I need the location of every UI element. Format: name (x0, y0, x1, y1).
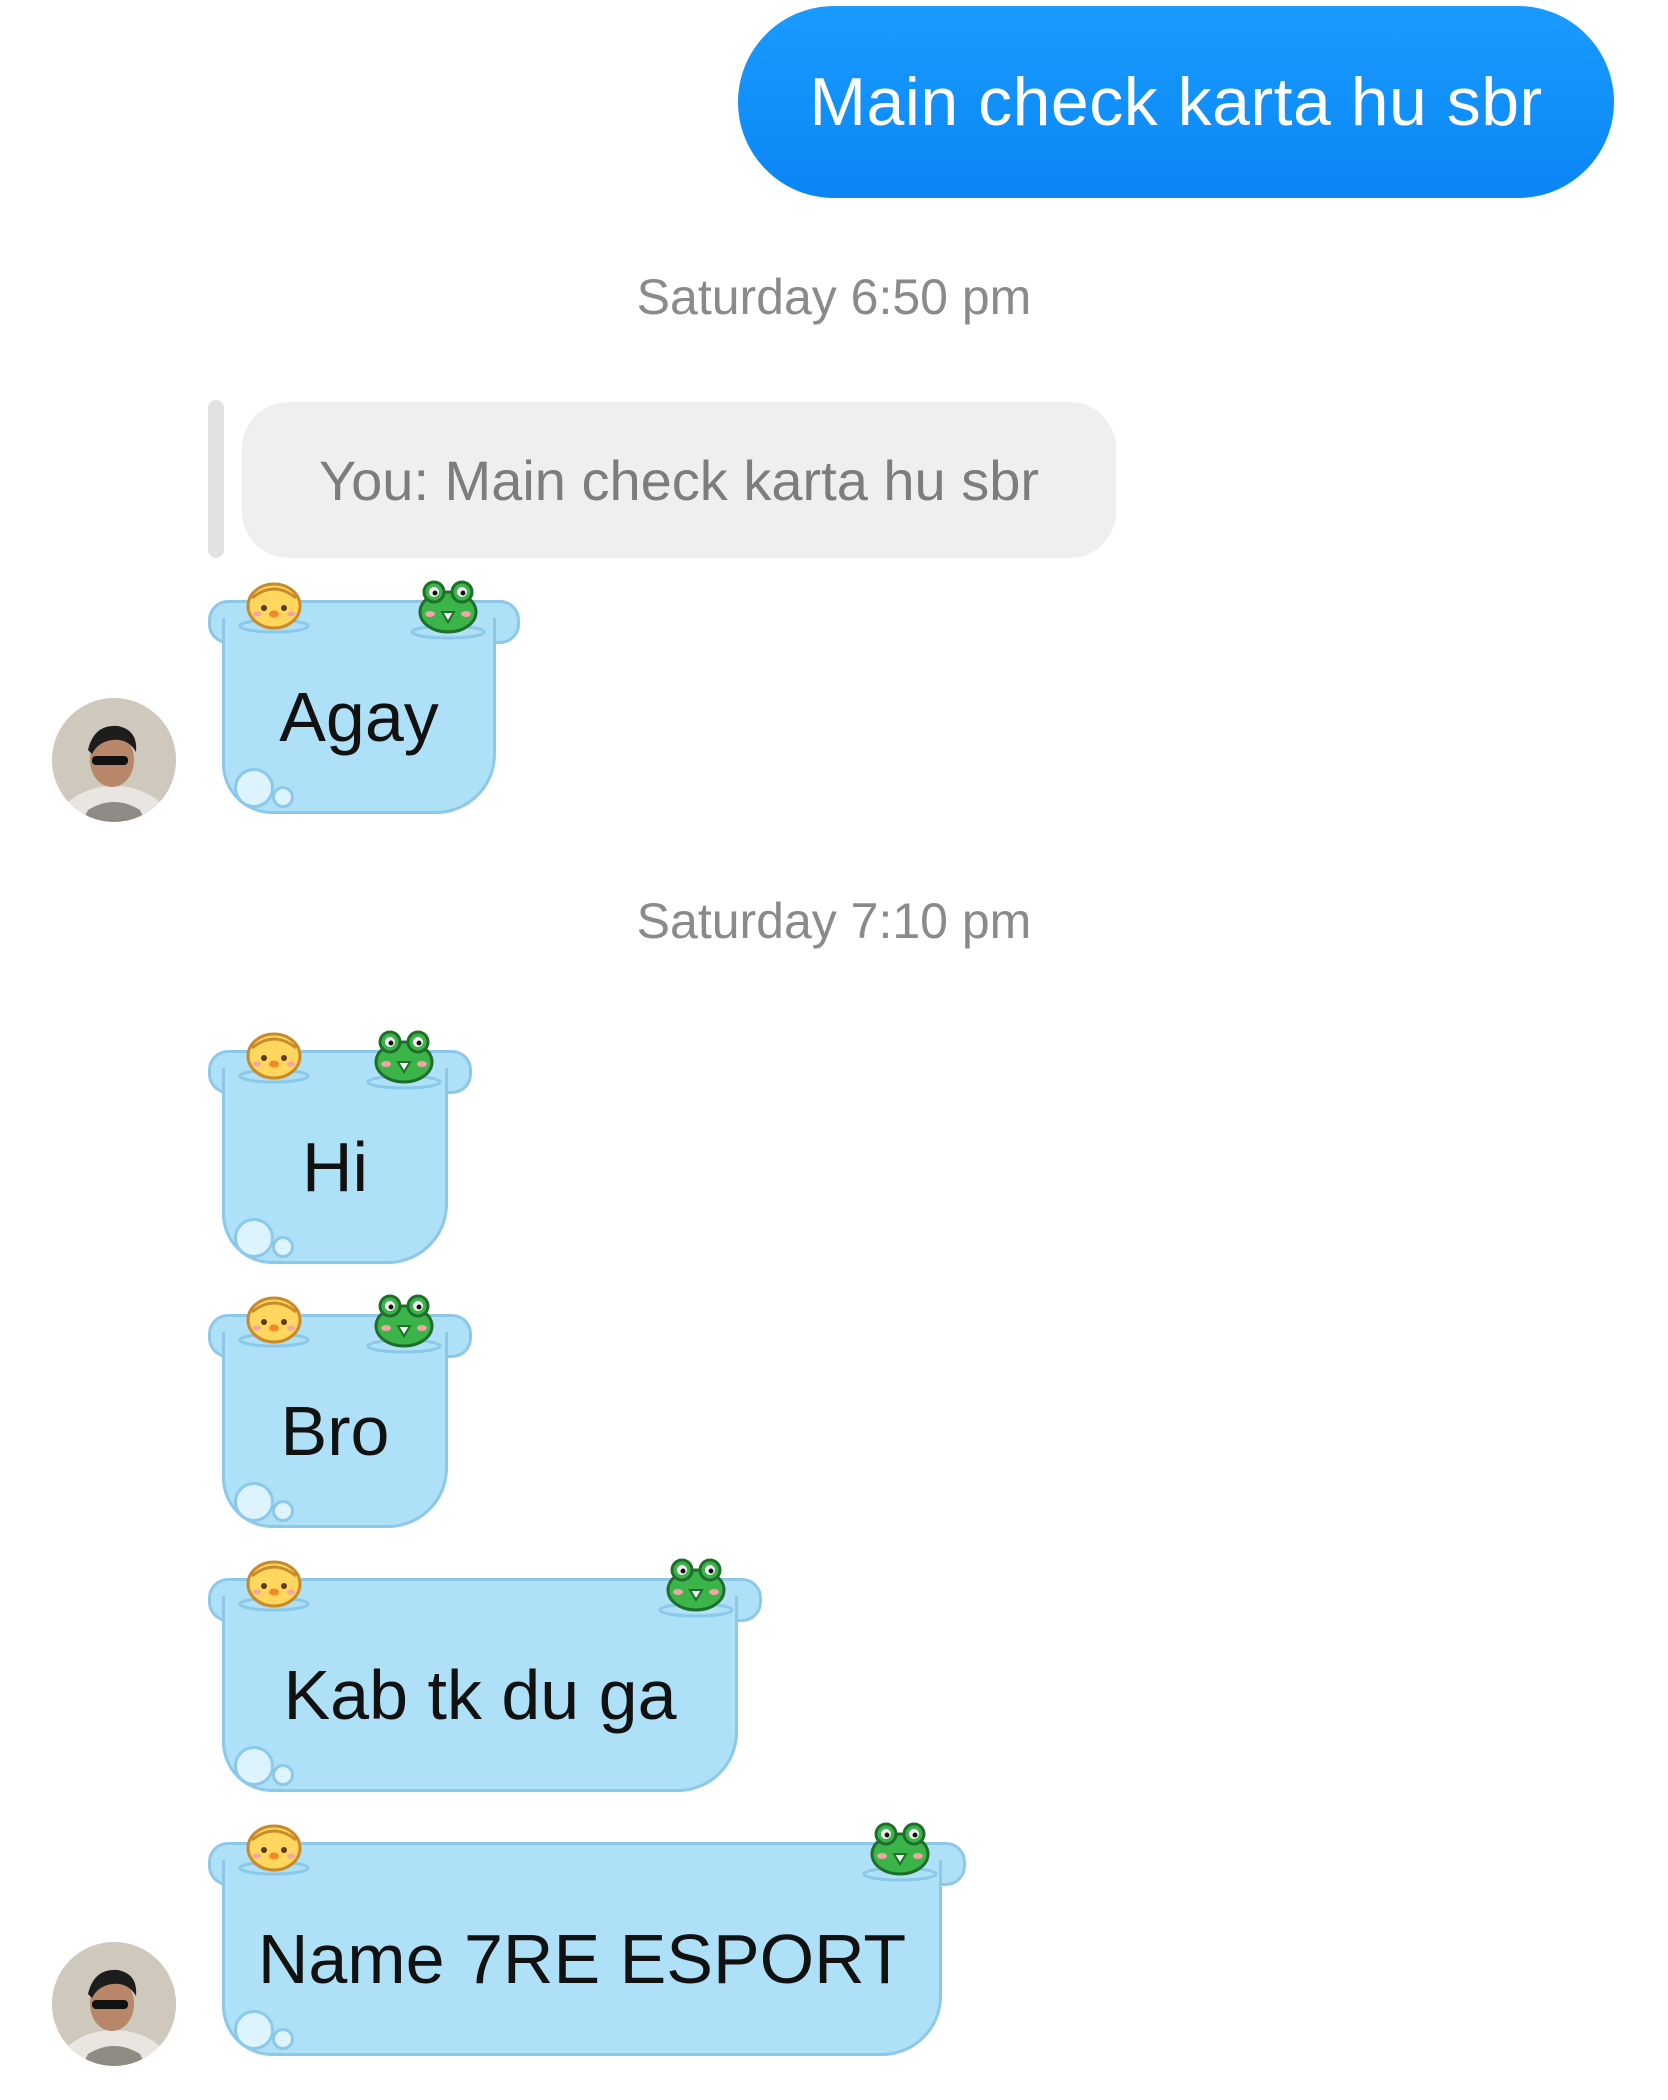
sent-message-text: Main check karta hu sbr (809, 64, 1543, 140)
contact-avatar-image (52, 698, 176, 822)
frog-sticker-icon (366, 1030, 442, 1090)
received-message-text: Hi (301, 1128, 369, 1206)
chick-sticker-icon (238, 1296, 310, 1348)
frog-sticker-icon (658, 1558, 734, 1618)
received-message-text: Name 7RE ESPORT (257, 1920, 907, 1998)
reply-indicator-bar (208, 400, 224, 558)
chick-sticker-icon (238, 1560, 310, 1612)
sent-message-bubble[interactable]: Main check karta hu sbr (738, 6, 1614, 198)
received-message-bubble[interactable]: Name 7RE ESPORT (208, 1816, 966, 2056)
frog-sticker-icon (862, 1822, 938, 1882)
reply-preview[interactable]: You: Main check karta hu sbr (242, 402, 1116, 558)
chick-sticker-icon (238, 582, 310, 634)
avatar[interactable] (52, 698, 176, 822)
received-message-text: Agay (279, 678, 439, 756)
timestamp: Saturday 6:50 pm (636, 269, 1032, 325)
reply-preview-text: You: Main check karta hu sbr (318, 448, 1040, 512)
received-message-bubble[interactable]: Agay (208, 574, 520, 814)
received-message-bubble[interactable]: Hi (208, 1024, 472, 1264)
received-message-bubble[interactable]: Kab tk du ga (208, 1552, 762, 1792)
chick-sticker-icon (238, 1824, 310, 1876)
contact-avatar-image (52, 1942, 176, 2066)
chick-sticker-icon (238, 1032, 310, 1084)
timestamp: Saturday 7:10 pm (636, 893, 1032, 949)
received-message-bubble[interactable]: Bro (208, 1288, 472, 1528)
frog-sticker-icon (366, 1294, 442, 1354)
received-message-text: Kab tk du ga (283, 1656, 677, 1734)
frog-sticker-icon (410, 580, 486, 640)
avatar[interactable] (52, 1942, 176, 2066)
received-message-text: Bro (280, 1392, 390, 1470)
